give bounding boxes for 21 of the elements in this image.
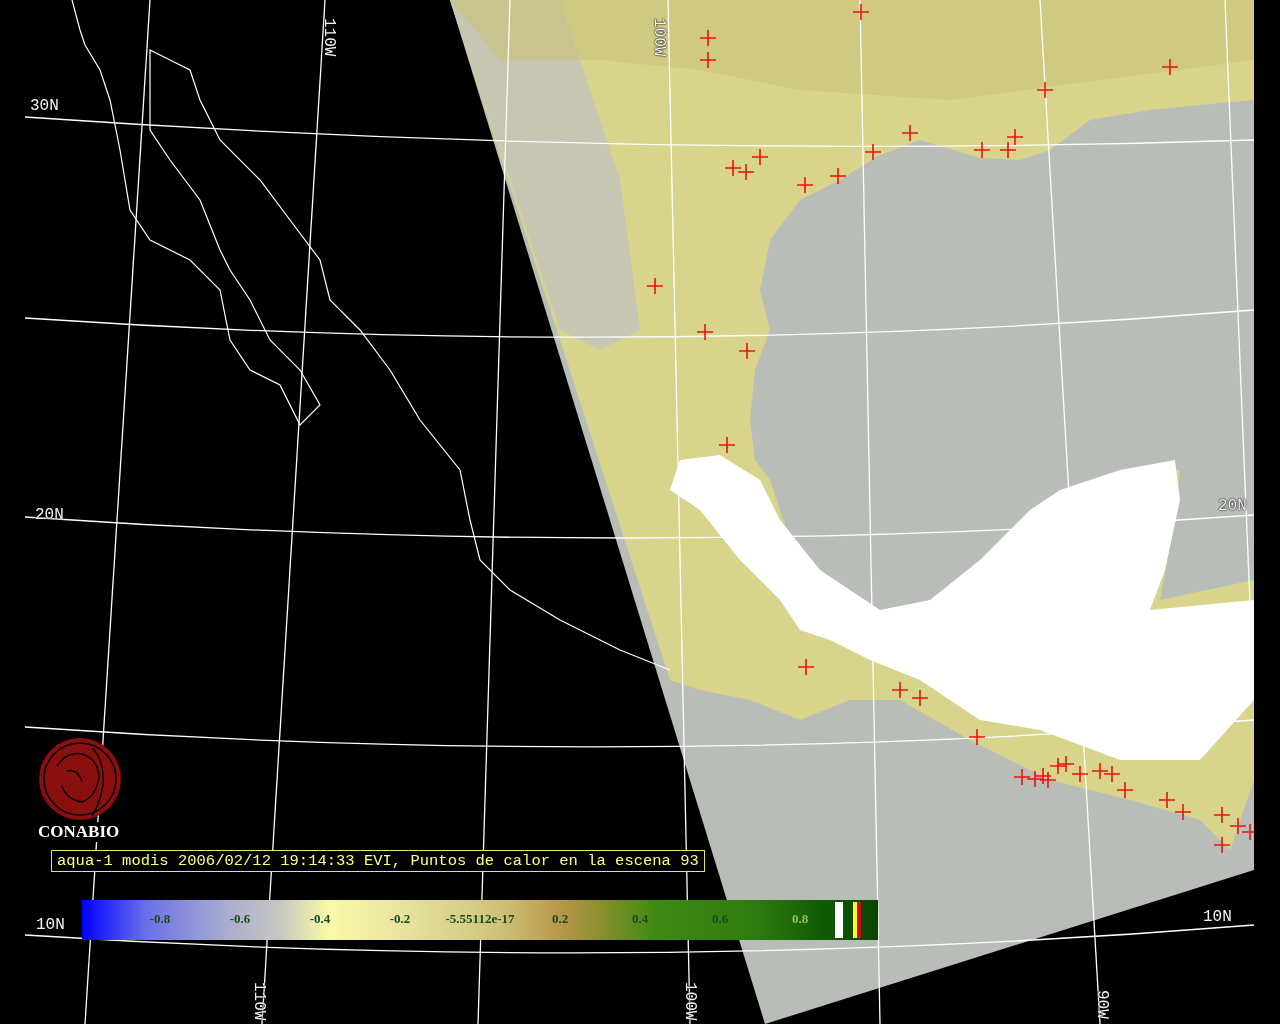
scale-label: -5.55112e-17 (445, 911, 515, 927)
graticule-label: 100W (650, 18, 668, 57)
scale-label: 0.2 (551, 911, 569, 927)
scale-label: 0.4 (631, 911, 649, 927)
graticule-label: 10N (1203, 908, 1232, 926)
scale-marker (835, 902, 843, 938)
graticule-label: 30N (30, 97, 59, 115)
graticule-label: 110W (320, 18, 338, 57)
graticule-label: 110W (250, 982, 268, 1021)
scale-label: 0.8 (791, 911, 809, 927)
graticule-label: 20N (1218, 497, 1247, 515)
scale-label: -0.8 (149, 911, 171, 927)
caption: aqua-1 modis 2006/02/12 19:14:33 EVI, Puntos de calor en la escena 93 (51, 850, 705, 872)
scale-label: -0.6 (229, 911, 251, 927)
scale-label: -0.2 (389, 911, 411, 927)
emblem-icon (37, 736, 123, 822)
graticule-label: 90W (1093, 990, 1111, 1019)
logo-text: CONABIO (38, 822, 120, 842)
graticule-label: 100W (681, 982, 699, 1021)
graticule-label: 10N (36, 916, 65, 934)
scale-label: -0.4 (309, 911, 331, 927)
